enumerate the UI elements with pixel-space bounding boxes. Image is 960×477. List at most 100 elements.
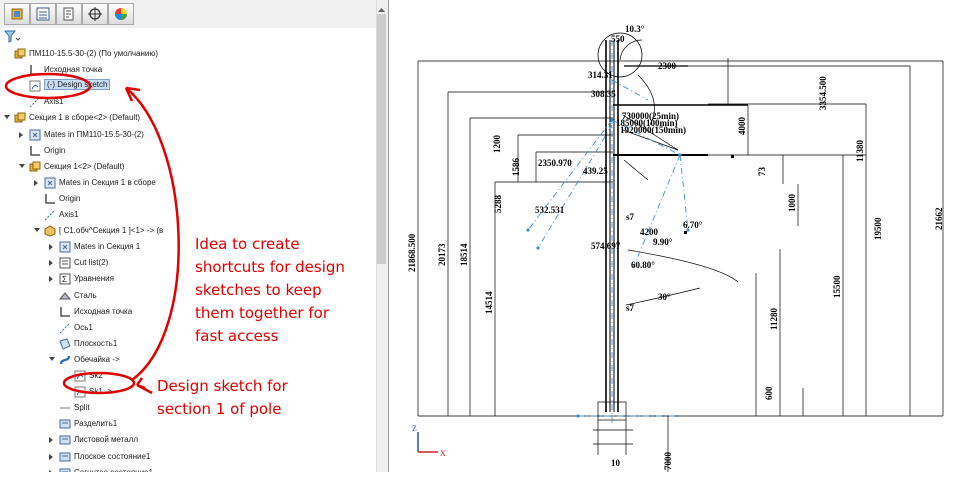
- tab-property-manager[interactable]: [30, 3, 56, 25]
- tree-item-label: Origin: [59, 193, 81, 203]
- dim-439[interactable]: 439.25: [583, 166, 608, 176]
- tree-item[interactable]: Mates in ПМ110-15.5-30-(2): [0, 127, 376, 143]
- plane-icon: [59, 338, 71, 350]
- expand-arrow-icon[interactable]: [49, 260, 53, 267]
- angle-60-80[interactable]: 60.80°: [631, 260, 655, 270]
- tree-item-label: Исходная точка: [74, 306, 133, 316]
- angle-10-3[interactable]: 10.3°: [625, 24, 645, 34]
- dim-308[interactable]: 308.35: [591, 89, 616, 99]
- label-s7-lower[interactable]: s7: [626, 303, 635, 313]
- configuration-icon: [63, 7, 74, 21]
- dim-20173[interactable]: 20173: [437, 243, 447, 266]
- property-list-icon: [36, 7, 50, 21]
- tree-item[interactable]: Обечайка ->: [0, 352, 376, 368]
- dim-3354[interactable]: 3354.500: [818, 76, 828, 110]
- graphics-area[interactable]: 21868.500 20173 18514 14514 5288 1200 15…: [388, 0, 960, 472]
- tree-item[interactable]: Согнутое состояние1: [0, 465, 376, 472]
- tree-item[interactable]: Плоское состояние1: [0, 449, 376, 465]
- expand-arrow-icon[interactable]: [49, 453, 53, 460]
- dim-2300[interactable]: 2300: [658, 61, 677, 71]
- dim-11380[interactable]: 11380: [855, 139, 865, 162]
- dim-314[interactable]: 314.31: [588, 70, 613, 80]
- tree-item-label: Sk1 ->: [89, 387, 113, 397]
- coordinate-triad-icon: Z X: [412, 424, 446, 458]
- dim-550[interactable]: 550: [611, 34, 625, 44]
- origin-icon: [59, 306, 71, 318]
- dim-1586[interactable]: 1586: [511, 158, 521, 177]
- collapse-arrow-icon[interactable]: [34, 228, 40, 233]
- tab-configuration-manager[interactable]: [56, 3, 82, 25]
- equation-icon: Σ: [59, 273, 71, 285]
- tree-item-label: Исходная точка: [44, 65, 103, 75]
- tab-display-manager[interactable]: [108, 3, 134, 25]
- tab-dimxpert[interactable]: [82, 3, 108, 25]
- tree-item[interactable]: Axis1: [0, 94, 376, 110]
- scroll-up-arrow[interactable]: [377, 2, 386, 12]
- split-icon: [59, 402, 71, 414]
- dim-574[interactable]: 574.697: [591, 241, 621, 251]
- section-annotation: Design sketch for section 1 of pole: [157, 377, 288, 418]
- assembly-icon: [14, 112, 26, 124]
- tab-feature-manager[interactable]: [4, 3, 30, 25]
- tree-item[interactable]: Исходная точка: [0, 62, 376, 78]
- dim-600[interactable]: 600: [764, 386, 774, 400]
- expand-arrow-icon[interactable]: [49, 244, 53, 251]
- tree-item-label: ПМ110-15.5-30-(2) (По умолчанию): [29, 49, 159, 58]
- tree-item[interactable]: Секция 1<2> (Default): [0, 159, 376, 175]
- expand-arrow-icon[interactable]: [34, 179, 38, 186]
- expand-arrow-icon[interactable]: [49, 276, 53, 283]
- tree-item-label: Плоское состояние1: [74, 451, 151, 461]
- dim-1000[interactable]: 1000: [787, 194, 797, 213]
- svg-text:Z: Z: [412, 424, 417, 433]
- tree-item[interactable]: Mates in Секция 1 в сборе: [0, 175, 376, 191]
- tree-item-label: Mates in Секция 1: [74, 242, 141, 252]
- dim-7000[interactable]: 7000: [663, 452, 673, 471]
- label-clearance-150[interactable]: 1920000(150min): [620, 125, 686, 135]
- dim-2350[interactable]: 2350.970: [538, 158, 572, 168]
- expand-arrow-icon[interactable]: [49, 437, 53, 444]
- tree-item[interactable]: Axis1: [0, 207, 376, 223]
- svg-text:X: X: [440, 449, 446, 458]
- tree-item[interactable]: Origin: [0, 191, 376, 207]
- collapse-arrow-icon[interactable]: [49, 356, 55, 361]
- tree-item-label: Axis1: [59, 210, 79, 219]
- collapse-arrow-icon[interactable]: [4, 115, 10, 120]
- assembly-icon: [14, 48, 26, 60]
- tree-item[interactable]: Origin: [0, 143, 376, 159]
- dim-19500[interactable]: 19500: [873, 217, 883, 240]
- angle-30[interactable]: 30°: [658, 292, 671, 302]
- scrollbar-thumb[interactable]: [377, 14, 386, 264]
- idea-annotation: Idea to create shortcuts for design sket…: [195, 235, 345, 345]
- axis-icon: [59, 322, 71, 334]
- angle-6-70[interactable]: 6.70°: [683, 220, 703, 230]
- angle-9-90[interactable]: 9.90°: [653, 237, 673, 247]
- tree-item[interactable]: Секция 1 в сборе<2> (Default): [0, 110, 376, 126]
- feature-tree-icon: [11, 8, 23, 20]
- tree-item[interactable]: ПМ110-15.5-30-(2) (По умолчанию): [0, 46, 376, 62]
- dim-14514[interactable]: 14514: [484, 291, 494, 314]
- dim-10[interactable]: 10: [611, 458, 621, 468]
- expand-arrow-icon[interactable]: [19, 131, 23, 138]
- tree-item-design-sketch[interactable]: (-) Design sketch: [0, 78, 376, 94]
- dim-11280[interactable]: 11280: [769, 307, 779, 330]
- dim-overall-height[interactable]: 21868.500: [407, 233, 417, 272]
- sketch-icon: [29, 80, 41, 92]
- dim-4200[interactable]: 4200: [640, 227, 659, 237]
- tree-item[interactable]: Листовой металл: [0, 432, 376, 448]
- mates-icon: [59, 241, 71, 253]
- dim-73[interactable]: 73: [757, 167, 767, 177]
- collapse-arrow-icon[interactable]: [19, 163, 25, 168]
- dim-18514[interactable]: 18514: [459, 243, 469, 266]
- sheet-metal-icon: [59, 434, 71, 446]
- dim-21662[interactable]: 21662: [934, 207, 944, 230]
- tree-item-label: Плоскость1: [74, 338, 118, 348]
- origin-icon: [44, 193, 56, 205]
- dim-4000[interactable]: 4000: [737, 117, 747, 136]
- dim-1200[interactable]: 1200: [492, 135, 502, 154]
- color-wheel-icon: [115, 8, 127, 20]
- label-s7-upper[interactable]: s7: [626, 212, 635, 222]
- dim-532[interactable]: 532.531: [535, 205, 565, 215]
- filter-icon[interactable]: [3, 29, 21, 45]
- dim-5288[interactable]: 5288: [493, 195, 503, 214]
- dim-15500[interactable]: 15500: [832, 275, 842, 298]
